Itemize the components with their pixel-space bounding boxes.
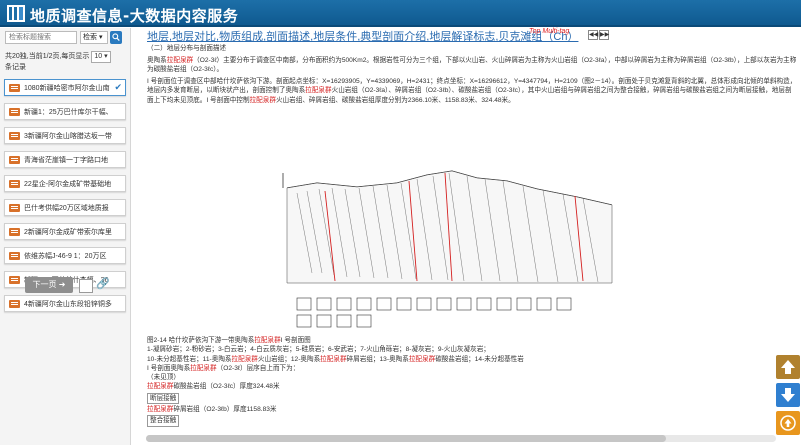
highlight-term: 拉配泉群 xyxy=(249,96,276,104)
legend-line-1: 1-凝屑砂岩；2-粉砂岩；3-白云岩；4-白云质灰岩；5-硅质岩；6-安武岩；7… xyxy=(147,346,490,354)
cross-section-figure xyxy=(282,170,613,328)
text: 碎屑岩组（O2-3ℓb）厚度1158.83米 xyxy=(173,406,277,414)
text: 碳酸盐岩组；14-未分超基性岩 xyxy=(435,355,524,363)
result-item[interactable]: 巴什考供幅20万区域地质报 xyxy=(4,199,126,216)
app-header: 地质调查信息-大数据内容服务 xyxy=(0,0,801,27)
document-icon xyxy=(9,132,20,140)
result-item[interactable]: 4新疆阿尔金山东段铅锌铜多 xyxy=(4,295,126,312)
text: 碎屑岩组；13-奥陶系 xyxy=(346,355,409,363)
document-icon xyxy=(9,300,20,308)
text: 碳酸盐岩组（O2-3ℓc）厚度324.48米 xyxy=(173,383,280,391)
document-body: （二）地层分布与剖面描述 奥陶系拉配泉群（O2-3ℓ）主要分布于调查区中南部，分… xyxy=(147,44,797,107)
paragraph-section-description: I 号剖面位于调查区中部哈什坎萨依沟下游。剖面起点坐标：X=16293905，Y… xyxy=(147,77,797,106)
highlight-term: 拉配泉群 xyxy=(320,355,347,363)
document-icon xyxy=(9,156,20,164)
arrow-down-icon xyxy=(781,388,795,402)
prev-doc-button[interactable]: ◀◀ xyxy=(588,30,598,40)
highlight-term: 拉配泉群 xyxy=(231,355,258,363)
search-button[interactable] xyxy=(110,31,122,44)
highlight-term: 拉配泉群 xyxy=(190,364,217,372)
contact-type-box: 整合接触 xyxy=(147,415,180,427)
result-item-label: 3新疆阿尔金山喀腊达坂一带 xyxy=(24,133,112,140)
document-icon xyxy=(9,180,20,188)
check-icon: ✔ xyxy=(114,82,122,92)
result-item-label: 依维苏幅J-46-9 1：20万区 xyxy=(24,253,107,260)
back-to-top-icon xyxy=(780,415,796,431)
next-doc-button[interactable]: ▶▶ xyxy=(599,30,609,40)
highlight-term: 拉配泉群 xyxy=(147,383,174,391)
back-to-top-button[interactable] xyxy=(776,411,800,435)
text: 奥陶系 xyxy=(147,56,167,64)
text: 火山岩组、碎屑岩组、碳酸盐岩组厚度分别为2366.10米、1158.83米、32… xyxy=(275,96,515,104)
scroll-up-button[interactable] xyxy=(776,355,800,379)
text: I 号剖面图 xyxy=(280,337,311,344)
highlight-term: 拉配泉群 xyxy=(305,87,332,94)
search-icon xyxy=(112,33,120,42)
text: 火山岩组；12-奥陶系 xyxy=(257,355,321,363)
result-item-label: 青海省茫崖镇一丁字路口地 xyxy=(24,157,108,164)
result-item[interactable]: 3新疆阿尔金山喀腊达坂一带 xyxy=(4,127,126,144)
page-jump-input[interactable] xyxy=(79,279,93,293)
figure-caption: 图2-14 哈什坎萨依沟下游一带奥陶系拉配泉群I 号剖面图 xyxy=(147,336,787,345)
section-sequence-line: I 号剖面奥陶系拉配泉群（O2-3ℓ）层序自上而下为： xyxy=(147,364,787,373)
document-icon xyxy=(9,108,20,116)
logo-icon xyxy=(7,5,25,22)
result-info: 共20独,当前1/2页,每页显示 10 ▾ 条记录 xyxy=(5,51,125,73)
arrow-up-icon xyxy=(781,360,795,374)
layer-row-2: 拉配泉群碎屑岩组（O2-3ℓb）厚度1158.83米 xyxy=(147,405,787,414)
text: 10-未分超基性岩；11-奥陶系 xyxy=(147,355,232,363)
result-count-text: 共20独,当前1/2页,每页显示 xyxy=(5,53,90,60)
result-item[interactable]: 青海省茫崖镇一丁字路口地 xyxy=(4,151,126,168)
highlight-term: 拉配泉群 xyxy=(408,355,436,363)
result-item[interactable]: 依维苏幅J-46-9 1：20万区 xyxy=(4,247,126,264)
document-icon xyxy=(9,204,20,212)
layer-row-1: 拉配泉群碳酸盐岩组（O2-3ℓc）厚度324.48米 xyxy=(147,382,787,391)
next-page-button[interactable]: 下一页 ➜ xyxy=(25,277,73,293)
document-tags: Top Multi-tag xyxy=(529,28,570,35)
search-input[interactable] xyxy=(5,31,77,44)
document-icon xyxy=(9,252,20,260)
result-info-suffix: 条记录 xyxy=(5,64,26,71)
figure-caption-block: 图2-14 哈什坎萨依沟下游一带奥陶系拉配泉群I 号剖面图 1-凝屑砂岩；2-粉… xyxy=(147,336,787,428)
horizontal-scrollbar[interactable] xyxy=(146,435,776,442)
result-item-label: 2新疆阿尔金成矿带索尔库里 xyxy=(24,229,112,236)
scroll-down-button[interactable] xyxy=(776,383,800,407)
document-title[interactable]: 地层,地层对比,物质组成,剖面描述,地层条件,典型剖面介绍,地层解译标志,贝克滩… xyxy=(147,28,578,44)
document-icon xyxy=(9,228,20,236)
highlight-term: 拉配泉群 xyxy=(254,337,281,344)
result-item-label: 22星企-阿尔金成矿带基础地 xyxy=(24,181,112,188)
document-view: 地层,地层对比,物质组成,剖面描述,地层条件,典型剖面介绍,地层解译标志,贝克滩… xyxy=(132,28,801,445)
result-item[interactable]: 2新疆阿尔金成矿带索尔库里 xyxy=(4,223,126,240)
contact-type-box: 断层接触 xyxy=(147,392,180,405)
text: 图2-14 哈什坎萨依沟下游一带奥陶系 xyxy=(147,337,255,344)
link-icon[interactable]: 🔗 xyxy=(96,277,110,290)
text: （O2-3ℓ）层序自上而下为： xyxy=(216,364,300,372)
text: （O2-3ℓ）主要分布于调查区中南部，分布面积约为500Km2。根据岩性可分为三… xyxy=(147,56,797,74)
result-item-label: 巴什考供幅20万区域地质报 xyxy=(24,205,109,212)
legend-swatches xyxy=(296,297,572,328)
highlight-term: 拉配泉群 xyxy=(147,406,174,414)
result-item-label: 新疆1：25万巴什库尔干幅、 xyxy=(24,109,113,116)
result-item-label: 4新疆阿尔金山东段铅锌铜多 xyxy=(24,301,112,308)
highlight-term: 拉配泉群 xyxy=(166,56,194,64)
scrollbar-thumb[interactable] xyxy=(146,435,666,442)
result-item-label: 1080新疆哈密市阿尔金山南 xyxy=(24,85,110,92)
page-size-select[interactable]: 10 ▾ xyxy=(91,51,111,63)
search-scope-select[interactable]: 检索 ▾ xyxy=(80,31,108,44)
result-item[interactable]: 1080新疆哈密市阿尔金山南 ✔ xyxy=(4,79,126,96)
document-icon xyxy=(9,276,20,284)
not-top-note: （未见顶） xyxy=(147,374,180,382)
sidebar: 检索 ▾ 共20独,当前1/2页,每页显示 10 ▾ 条记录 1080新疆哈密市… xyxy=(0,28,131,445)
document-icon xyxy=(9,84,20,92)
app-title: 地质调查信息-大数据内容服务 xyxy=(30,7,239,25)
paragraph-distribution: 奥陶系拉配泉群（O2-3ℓ）主要分布于调查区中南部，分布面积约为500Km2。根… xyxy=(147,56,797,75)
result-item[interactable]: 新疆1：25万巴什库尔干幅、 xyxy=(4,103,126,120)
result-item[interactable]: 22星企-阿尔金成矿带基础地 xyxy=(4,175,126,192)
text: I 号剖面奥陶系 xyxy=(147,364,191,372)
section-heading: （二）地层分布与剖面描述 xyxy=(147,45,227,52)
legend-line-2: 10-未分超基性岩；11-奥陶系拉配泉群火山岩组；12-奥陶系拉配泉群碎屑岩组；… xyxy=(147,355,787,364)
